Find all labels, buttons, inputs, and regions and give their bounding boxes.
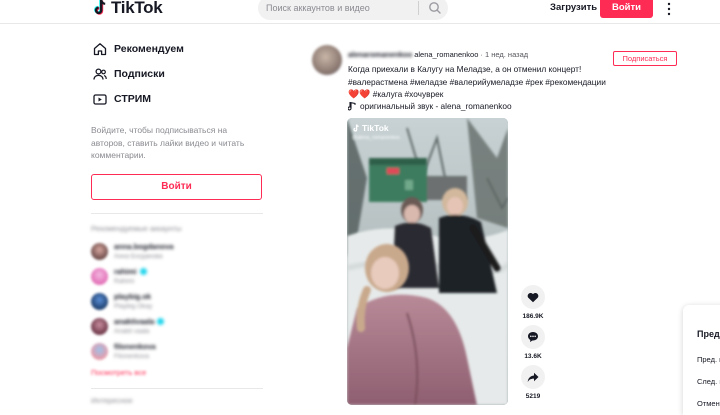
like-action[interactable]: 186.9K — [518, 285, 548, 325]
sidebar-item-label: СТРИМ — [114, 92, 152, 105]
heart-emoji: ❤️❤️ — [348, 89, 371, 99]
avatar — [91, 342, 108, 360]
upload-button[interactable]: Загрузить — [550, 2, 597, 13]
author-nickname[interactable]: alenaromanenkoo — [348, 50, 412, 59]
account-subtitle: Анна Богданова — [114, 253, 163, 260]
sound-label: оригинальный звук - alena_romanenkoo — [360, 101, 512, 111]
follow-button[interactable]: Подписаться — [613, 51, 677, 66]
suggested-account[interactable]: anaktivaala Anakti vaala — [91, 314, 263, 339]
avatar — [91, 317, 108, 335]
search-bar[interactable] — [258, 0, 448, 20]
account-name: anaktivaala — [114, 317, 155, 326]
post-author-line: alenaromanenkoo alena_romanenkoo · 1 нед… — [348, 50, 528, 59]
music-note-icon — [348, 101, 356, 110]
share-count: 5219 — [525, 393, 541, 400]
see-all-link[interactable]: Посмотреть все — [91, 368, 263, 377]
video-frame — [347, 118, 508, 405]
caption-hashtags[interactable]: #калуга #хочуврек — [373, 89, 444, 99]
search-input[interactable] — [266, 0, 416, 16]
verified-badge-icon — [139, 268, 147, 275]
author-avatar[interactable] — [312, 45, 342, 75]
more-menu-icon[interactable] — [664, 2, 674, 16]
comment-action[interactable]: 13.6K — [518, 325, 548, 365]
following-icon — [93, 67, 107, 80]
suggested-account[interactable]: rahimi Rahimi — [91, 264, 263, 289]
sidebar-login-button[interactable]: Войти — [91, 173, 262, 200]
comment-icon — [528, 332, 538, 342]
verified-badge-icon — [157, 318, 165, 325]
interests-title: Интересное — [91, 395, 133, 405]
sidebar-item-recommended[interactable]: Рекомендуем — [91, 36, 263, 61]
search-divider — [418, 1, 419, 15]
heart-icon — [527, 292, 539, 302]
panel-row: Пред. в — [697, 355, 720, 364]
keyboard-shortcuts-panel: Пред Пред. в След. в Отмени — [683, 305, 720, 415]
video-watermark: TikTok — [352, 123, 389, 133]
sidebar: Рекомендуем Подписки СТРИМ Войдите, чтоб… — [91, 36, 263, 405]
panel-row: След. в — [697, 377, 720, 386]
comment-button[interactable] — [521, 325, 545, 349]
sidebar-item-label: Рекомендуем — [114, 42, 184, 55]
post-time: · 1 нед. назад — [480, 50, 529, 59]
home-icon — [93, 42, 107, 55]
account-name: rahimi — [114, 267, 137, 276]
video-actions: 186.9K 13.6K 5219 — [518, 285, 548, 405]
share-button[interactable] — [521, 365, 545, 389]
account-name: playbig.ok — [114, 292, 152, 301]
login-hint-text: Войдите, чтобы подписываться на авторов,… — [91, 125, 245, 160]
panel-row: Отмени — [697, 399, 720, 408]
divider — [91, 387, 263, 389]
account-name: filonenkova — [114, 342, 156, 351]
live-icon — [93, 93, 107, 105]
watermark-text: TikTok — [362, 123, 389, 133]
login-button[interactable]: Войти — [600, 0, 653, 18]
logo-text: TikTok — [111, 0, 163, 17]
sound-link[interactable]: оригинальный звук - alena_romanenkoo — [348, 101, 512, 111]
comment-count: 13.6K — [524, 353, 542, 360]
suggested-account[interactable]: playbig.ok Playbig Okay — [91, 289, 263, 314]
suggested-account[interactable]: filonenkova Filonenkova — [91, 339, 263, 364]
avatar — [91, 292, 108, 310]
watermark-handle: @alena_romanenkoo — [352, 135, 400, 141]
share-action[interactable]: 5219 — [518, 365, 548, 405]
share-icon — [527, 372, 539, 382]
account-subtitle: Anakti vaala — [114, 328, 150, 335]
top-navigation-bar: TikTok Загрузить Войти — [0, 0, 720, 24]
sidebar-item-label: Подписки — [114, 67, 165, 80]
search-icon[interactable] — [426, 0, 444, 17]
divider — [91, 212, 263, 214]
sidebar-item-live[interactable]: СТРИМ — [91, 86, 263, 111]
post-caption: Когда приехали в Калугу на Меладзе, а он… — [348, 63, 618, 101]
panel-title: Пред — [697, 329, 720, 339]
author-handle[interactable]: alena_romanenkoo — [414, 50, 478, 59]
account-name: anna.bogdanova — [114, 242, 174, 251]
tiktok-logo-icon — [94, 0, 106, 15]
account-subtitle: Filonenkova — [114, 353, 150, 360]
avatar — [91, 242, 108, 260]
account-subtitle: Rahimi — [114, 278, 135, 285]
avatar — [91, 267, 108, 285]
tiktok-logo-icon — [353, 123, 359, 132]
caption-text: Когда приехали в Калугу на Меладзе, а он… — [348, 64, 582, 74]
account-subtitle: Playbig Okay — [114, 303, 153, 310]
like-button[interactable] — [521, 285, 545, 309]
tiktok-logo[interactable]: TikTok — [92, 0, 163, 18]
sidebar-item-following[interactable]: Подписки — [91, 61, 263, 86]
suggested-account[interactable]: anna.bogdanova Анна Богданова — [91, 239, 263, 264]
video-player[interactable]: TikTok @alena_romanenkoo — [347, 118, 508, 405]
like-count: 186.9K — [522, 313, 544, 320]
caption-hashtags[interactable]: #валерастмена #меладзе #валерийумеладзе … — [348, 76, 618, 89]
recommended-accounts-title: Рекомендуемые аккаунты — [91, 223, 182, 233]
